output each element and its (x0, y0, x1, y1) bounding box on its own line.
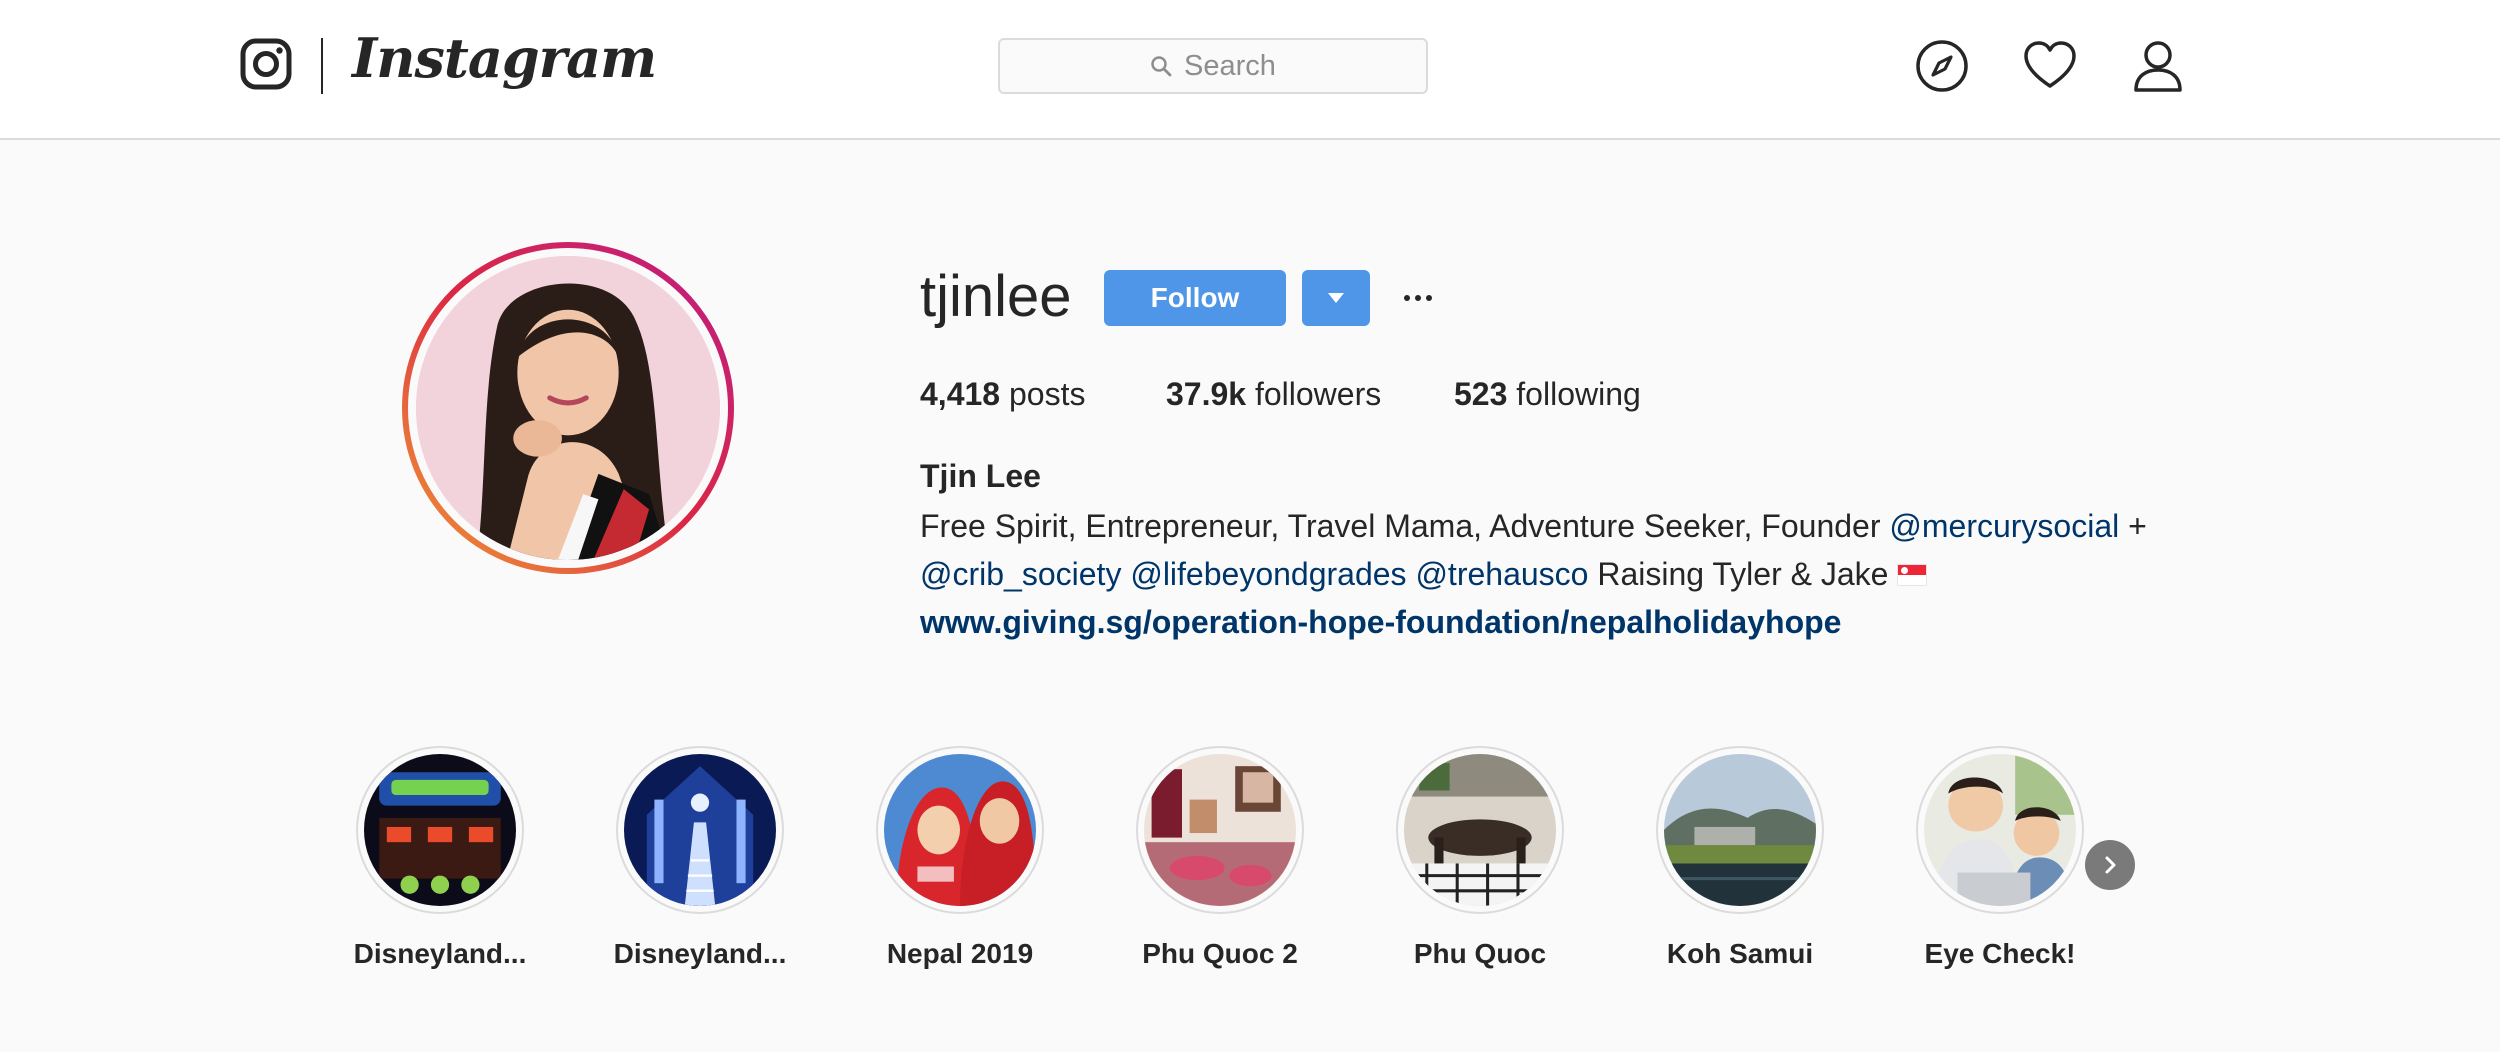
highlight-label: Phu Quoc 2 (1142, 938, 1298, 969)
highlight-label: Koh Samui (1666, 938, 1814, 969)
search-input[interactable]: Search (998, 38, 1428, 94)
bio-line-1: Free Spirit, Entrepreneur, Travel Mama, … (920, 508, 2147, 544)
highlights-next-button[interactable] (2085, 840, 2135, 890)
top-navigation-bar: Instagram Search (0, 0, 2500, 140)
logo-divider (321, 38, 323, 94)
caret-down-icon (1328, 293, 1344, 303)
followers-link[interactable]: 37.9k followers (1166, 376, 1381, 413)
highlight-label: Disneyland... (613, 938, 787, 969)
search-placeholder: Search (1184, 49, 1276, 82)
highlight-label: Phu Quoc (1413, 938, 1547, 969)
profile-full-name: Tjin Lee (920, 458, 1041, 494)
mention-link[interactable]: @trehausco (1415, 556, 1588, 592)
highlight-label: Disneyland... (353, 938, 527, 969)
instagram-camera-icon[interactable] (240, 38, 292, 90)
mention-link[interactable]: @lifebeyondgrades (1130, 556, 1406, 592)
heart-icon[interactable] (2022, 38, 2078, 94)
mention-link[interactable]: @mercurysocial (1889, 508, 2119, 544)
bio-external-link[interactable]: www.giving.sg/operation-hope-foundation/… (920, 604, 1841, 641)
highlight-thumbnail (1404, 754, 1556, 906)
highlight-label: Nepal 2019 (886, 938, 1034, 969)
bio-line-2: @crib_society @lifebeyondgrades @trehaus… (920, 556, 1928, 593)
following-link[interactable]: 523 following (1454, 376, 1641, 413)
posts-count: 4,418 posts (920, 376, 1086, 412)
highlight-thumbnail (884, 754, 1036, 906)
profile-username: tjinlee (920, 264, 1072, 329)
highlight-thumbnail (1144, 754, 1296, 906)
highlight-label: Eye Check! (1924, 938, 2076, 969)
avatar-photo (416, 256, 720, 560)
chevron-right-icon (2105, 856, 2116, 874)
compass-icon[interactable] (1914, 38, 1970, 94)
more-options-icon[interactable] (1396, 276, 1440, 320)
search-icon (1151, 56, 1172, 77)
highlight-thumbnail (1924, 754, 2076, 906)
suggested-accounts-dropdown-button[interactable] (1302, 270, 1370, 326)
instagram-wordmark[interactable]: Instagram (352, 26, 657, 90)
highlight-thumbnail (1664, 754, 1816, 906)
profile-avatar[interactable] (402, 242, 734, 574)
user-icon[interactable] (2130, 38, 2186, 94)
highlight-thumbnail (364, 754, 516, 906)
follow-button[interactable]: Follow (1104, 270, 1286, 326)
mention-link[interactable]: @crib_society (920, 556, 1121, 592)
singapore-flag-icon (1897, 564, 1928, 586)
highlight-thumbnail (624, 754, 776, 906)
